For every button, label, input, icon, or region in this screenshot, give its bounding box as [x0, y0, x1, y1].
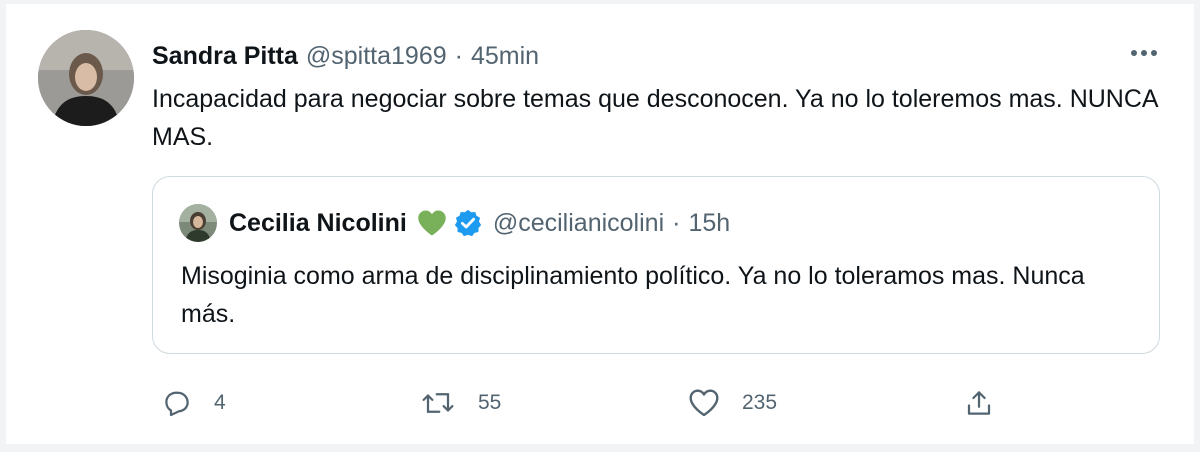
retweet-icon — [422, 393, 454, 413]
author-meta: @spitta1969 · 45min — [306, 42, 539, 71]
quoted-author-avatar — [179, 204, 217, 242]
like-button[interactable]: 235 — [688, 378, 777, 428]
share-button[interactable] — [964, 378, 994, 428]
tweet-header: Sandra Pitta @spitta1969 · 45min — [152, 38, 539, 74]
author-name[interactable]: Sandra Pitta — [152, 42, 298, 71]
quoted-author-meta: @cecilianicolini · 15h — [493, 209, 730, 238]
tweet-text: Incapacidad para negociar sobre temas qu… — [152, 85, 1158, 151]
verified-badge-icon — [453, 208, 483, 238]
quoted-tweet-header: Cecilia Nicolini @cecilianicolini · 15h — [179, 203, 730, 243]
quoted-tweet[interactable]: Cecilia Nicolini @cecilianicolini · 15h Mi… — [152, 176, 1160, 354]
author-handle[interactable]: @spitta1969 — [306, 42, 447, 70]
like-count: 235 — [742, 391, 778, 414]
tweet-timestamp[interactable]: 45min — [471, 42, 539, 70]
tweet-card[interactable]: Sandra Pitta @spitta1969 · 45min Incapacid… — [6, 4, 1194, 444]
more-button[interactable] — [1124, 38, 1164, 68]
reply-button[interactable]: 4 — [162, 378, 226, 428]
quoted-meta-separator: · — [672, 208, 681, 237]
quoted-timestamp: 15h — [688, 208, 731, 237]
retweet-button[interactable]: 55 — [420, 378, 501, 428]
reply-icon — [165, 391, 189, 417]
author-avatar[interactable] — [38, 30, 134, 126]
tweet-actions: 4 55 235 — [152, 378, 1012, 428]
green-heart-icon — [417, 209, 447, 237]
quoted-author-handle: @cecilianicolini — [492, 208, 665, 237]
retweet-count: 55 — [478, 391, 502, 414]
share-icon — [967, 391, 991, 415]
more-horizontal-icon — [1131, 50, 1157, 56]
heart-icon — [689, 389, 719, 417]
reply-count: 4 — [214, 391, 226, 414]
quoted-author-name: Cecilia Nicolini — [229, 208, 407, 237]
quoted-tweet-text: Misoginia como arma de disciplinamiento … — [181, 262, 1085, 328]
meta-separator: · — [454, 41, 463, 70]
